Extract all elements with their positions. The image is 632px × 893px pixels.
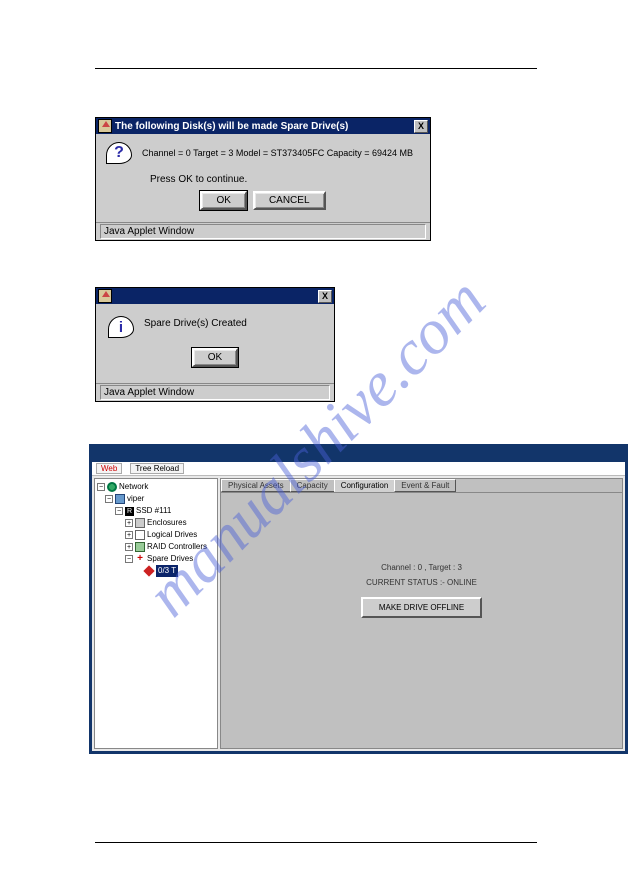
collapse-icon[interactable]: − — [105, 495, 113, 503]
tab-event-fault[interactable]: Event & Fault — [394, 479, 456, 492]
collapse-icon[interactable]: − — [115, 507, 123, 515]
bottom-rule — [95, 842, 537, 843]
expand-icon[interactable]: + — [125, 543, 133, 551]
tree-node-spare-drives[interactable]: − + Spare Drives — [97, 553, 215, 565]
tree-label-selected: 0/3 T — [156, 565, 178, 577]
java-cup-icon — [98, 119, 112, 133]
target-icon — [143, 565, 154, 576]
tree-label: RAID Controllers — [147, 541, 207, 553]
dialog-statusbar: Java Applet Window — [96, 383, 334, 401]
close-button[interactable]: X — [318, 290, 332, 303]
collapse-icon[interactable]: − — [97, 483, 105, 491]
statusbar-text: Java Applet Window — [100, 385, 330, 400]
tree-node-logical-drives[interactable]: + Logical Drives — [97, 529, 215, 541]
drive-icon — [135, 530, 145, 540]
tree-label: viper — [127, 493, 144, 505]
channel-target-label: Channel : 0 , Target : 3 — [381, 563, 462, 572]
statusbar-text: Java Applet Window — [100, 224, 426, 239]
tree-reload-button[interactable]: Tree Reload — [130, 463, 184, 474]
question-icon: ? — [106, 142, 132, 164]
cancel-button[interactable]: CANCEL — [253, 191, 326, 210]
close-button[interactable]: X — [414, 120, 428, 133]
content-panel: Physical Assets Capacity Configuration E… — [220, 478, 623, 749]
ok-button[interactable]: OK — [200, 191, 246, 210]
expand-icon[interactable]: + — [125, 531, 133, 539]
dialog-titlebar: The following Disk(s) will be made Spare… — [96, 118, 430, 134]
tree-label: Spare Drives — [147, 553, 193, 565]
tree-label: SSD #111 — [136, 505, 171, 517]
tab-configuration[interactable]: Configuration — [334, 479, 396, 492]
tree-label: Enclosures — [147, 517, 187, 529]
spare-icon: + — [135, 553, 145, 565]
network-icon — [107, 482, 117, 492]
host-icon — [115, 494, 125, 504]
expand-icon[interactable]: + — [125, 519, 133, 527]
management-app-window: Web Tree Reload − Network − viper − R SS — [89, 444, 628, 754]
tab-physical-assets[interactable]: Physical Assets — [221, 479, 291, 492]
dialog-titlebar: X — [96, 288, 334, 304]
tree-node-target[interactable]: 0/3 T — [97, 565, 215, 577]
tab-bar: Physical Assets Capacity Configuration E… — [221, 479, 622, 493]
tree-label: Network — [119, 481, 148, 493]
web-button[interactable]: Web — [96, 463, 122, 474]
dialog-instruction: Press OK to continue. — [150, 174, 420, 185]
raid-icon: R — [125, 507, 134, 516]
tree-label: Logical Drives — [147, 529, 197, 541]
dialog-message: Channel = 0 Target = 3 Model = ST373405F… — [142, 142, 413, 160]
current-status-label: CURRENT STATUS :- ONLINE — [366, 578, 477, 587]
app-toolbar: Web Tree Reload — [92, 462, 625, 476]
spare-drive-confirm-dialog: The following Disk(s) will be made Spare… — [95, 117, 431, 241]
tree-node-enclosures[interactable]: + Enclosures — [97, 517, 215, 529]
enclosure-icon — [135, 518, 145, 528]
tree-node-raid-controllers[interactable]: + RAID Controllers — [97, 541, 215, 553]
tree-node-ssd[interactable]: − R SSD #111 — [97, 505, 215, 517]
controller-icon — [135, 542, 145, 552]
top-rule — [95, 68, 537, 69]
java-cup-icon — [98, 289, 112, 303]
spare-drive-created-dialog: X i Spare Drive(s) Created OK Java Apple… — [95, 287, 335, 402]
tree-node-network[interactable]: − Network — [97, 481, 215, 493]
ok-button[interactable]: OK — [192, 348, 238, 367]
dialog-message: Spare Drive(s) Created — [144, 316, 247, 329]
dialog-title: The following Disk(s) will be made Spare… — [115, 121, 414, 132]
tab-capacity[interactable]: Capacity — [290, 479, 335, 492]
navigation-tree[interactable]: − Network − viper − R SSD #111 + — [94, 478, 218, 749]
make-drive-offline-button[interactable]: MAKE DRIVE OFFLINE — [361, 597, 482, 618]
info-icon: i — [108, 316, 134, 338]
dialog-statusbar: Java Applet Window — [96, 222, 430, 240]
tree-node-host[interactable]: − viper — [97, 493, 215, 505]
collapse-icon[interactable]: − — [125, 555, 133, 563]
